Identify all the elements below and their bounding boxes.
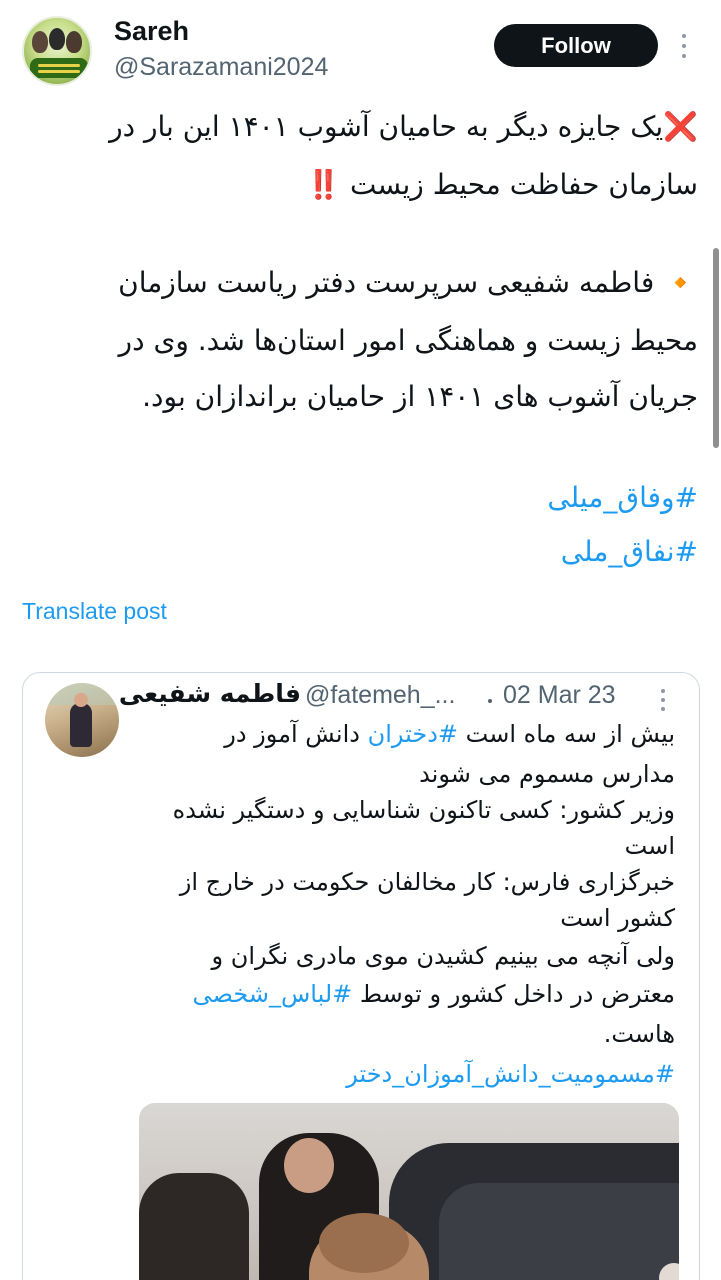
quoted-author-name[interactable]: فاطمه شفیعی [119,679,301,708]
avatar-faces [32,28,86,54]
quoted-text-line: #مسمومیت_دانش_آموزان_دختر [346,1057,675,1091]
cross-mark-icon: ❌ [663,110,698,143]
follow-button[interactable]: Follow [494,24,658,67]
hashtag-link[interactable]: #نفاق_ملی [561,534,698,570]
scrollbar[interactable] [713,248,719,448]
more-options-icon[interactable] [676,32,692,60]
quoted-text-line: است [624,832,675,860]
translate-post-link[interactable]: Translate post [22,598,167,625]
tweet-header: Sareh @Sarazamani2024 Follow [0,0,721,100]
double-exclamation-icon: ‼️ [306,168,342,201]
quoted-media-image[interactable] [139,1103,679,1280]
more-options-icon[interactable] [657,687,669,713]
quoted-text-line: خبرگزاری فارس: کار مخالفان حکومت در خارج… [179,868,675,896]
tweet-text-line-1: ❌یک جایزه دیگر به حامیان آشوب ۱۴۰۱ این ب… [109,110,698,143]
quoted-text-line: کشور است [560,904,675,932]
quoted-author-handle[interactable]: @fatemeh_... [305,681,455,710]
avatar-banner [30,58,88,78]
hashtag-link[interactable]: #لباس_شخصی [193,980,353,1008]
hashtag-link[interactable]: #دختران [368,720,458,748]
separator-dot [488,699,492,703]
orange-diamond-icon: 🔸 [663,266,698,299]
quoted-text-line: هاست. [603,1020,675,1048]
author-handle[interactable]: @Sarazamani2024 [114,53,328,82]
quoted-date: 02 Mar 23 [503,681,616,709]
quoted-text-line: معترض در داخل کشور و توسط #لباس_شخصی [192,980,675,1008]
quoted-text-line: مدارس مسموم می شوند [419,760,675,788]
quoted-text-line: وزیر کشور: کسی تاکنون شناسایی و دستگیر ن… [172,796,675,824]
quoted-text-line: ولی آنچه می بینیم کشیدن موی مادری نگران … [211,942,675,970]
tweet-paragraph-line-1: 🔸 فاطمه شفیعی سرپرست دفتر ریاست سازمان [118,266,698,299]
quoted-text-line: بیش از سه ماه است #دختران دانش آموز در [224,720,675,748]
author-avatar[interactable] [22,16,92,86]
tweet-paragraph-line-3: جریان آشوب های ۱۴۰۱ از حامیان براندازان … [142,380,698,413]
tweet-paragraph-line-2: محیط زیست و هماهنگی امور استان‌ها شد. وی… [118,324,698,357]
hashtag-link[interactable]: #مسمومیت_دانش_آموزان_دختر [346,1060,675,1088]
hashtag-link[interactable]: #وفاق_میلی [547,480,698,516]
quoted-author-avatar[interactable] [45,683,119,757]
quoted-tweet-card[interactable]: فاطمه شفیعی @fatemeh_... 02 Mar 23 بیش ا… [22,672,700,1280]
author-name[interactable]: Sareh [114,16,189,47]
tweet-text-line-2: سازمان حفاظت محیط زیست ‼️ [306,168,698,201]
